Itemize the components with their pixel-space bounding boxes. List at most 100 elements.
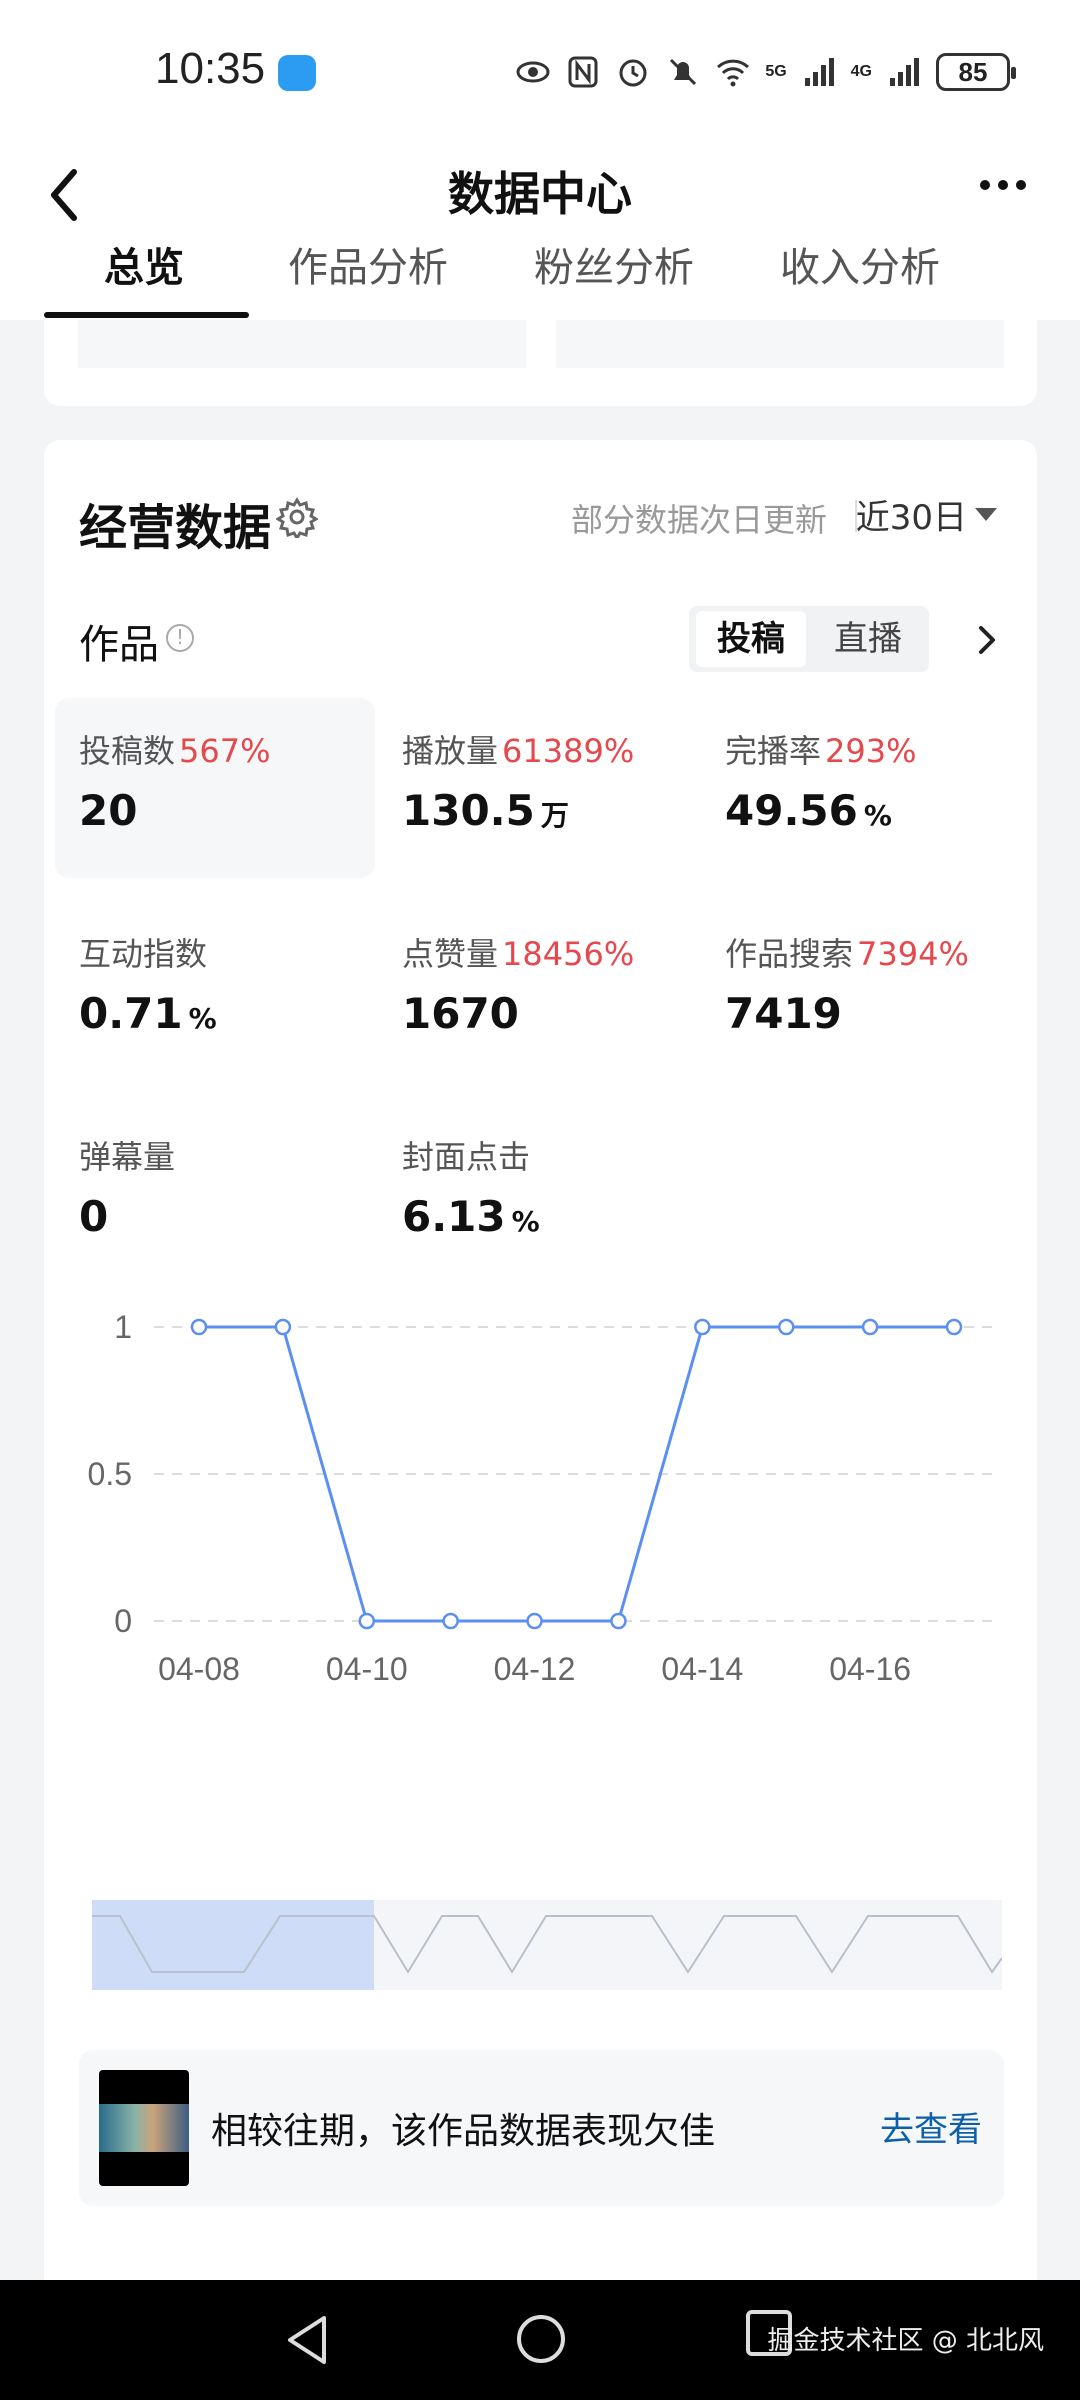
metric-change: 61389%	[502, 732, 635, 770]
segment-live[interactable]: 直播	[814, 611, 922, 667]
metric-label-text: 互动指数	[79, 935, 208, 973]
data-point[interactable]	[274, 1318, 292, 1336]
content-type-segment: 投稿 直播	[689, 606, 929, 672]
tab-income-analysis[interactable]: 收入分析	[736, 228, 984, 320]
watermark-text: 掘金技术社区 @ 北北风	[767, 2326, 1044, 2356]
metric-unit: %	[188, 1002, 217, 1035]
metric-label-text: 封面点击	[402, 1138, 531, 1176]
previous-card-block	[556, 320, 1004, 368]
metric-value-text: 1670	[402, 989, 519, 1038]
brush-selection[interactable]	[92, 1900, 374, 1990]
info-icon[interactable]: !	[166, 624, 194, 652]
metric-label: 投稿数 567%	[79, 726, 271, 772]
data-point[interactable]	[945, 1318, 963, 1336]
metric-label: 互动指数	[79, 929, 211, 975]
metric-value: 20	[79, 786, 143, 835]
metric-works-search[interactable]: 作品搜索 7394% 7419	[701, 901, 1021, 1081]
data-point[interactable]	[694, 1318, 711, 1336]
metric-danmaku[interactable]: 弹幕量 0	[55, 1104, 375, 1284]
metric-unit: %	[863, 799, 892, 832]
nav-home-icon[interactable]	[514, 2312, 568, 2366]
x-tick-label: 04-14	[661, 1651, 743, 1687]
view-link[interactable]: 去查看	[880, 2102, 982, 2151]
metric-value-text: 7419	[725, 989, 842, 1038]
metric-value: 130.5 万	[402, 786, 569, 835]
status-icons: 5G 4G 85	[515, 50, 1016, 94]
metric-plays[interactable]: 播放量 61389% 130.5 万	[378, 698, 698, 878]
metric-interaction-index[interactable]: 互动指数 0.71%	[55, 901, 375, 1081]
x-tick-label: 04-16	[829, 1651, 911, 1687]
signal-4g-label: 4G	[850, 63, 872, 80]
metric-label: 完播率 293%	[725, 726, 917, 772]
metric-submissions[interactable]: 投稿数 567% 20	[55, 698, 375, 878]
metric-value-text: 49.56	[725, 786, 858, 835]
mute-icon	[670, 58, 697, 86]
metric-change: 293%	[825, 732, 917, 770]
data-point[interactable]	[442, 1612, 459, 1630]
section-title: 经营数据	[79, 500, 272, 556]
metric-completion-rate[interactable]: 完播率 293% 49.56%	[701, 698, 1021, 878]
metric-label: 点赞量 18456%	[402, 929, 634, 975]
metric-unit: %	[511, 1205, 540, 1238]
trend-line-chart: 0 0.5 1 04-08 04-10 04-12 04-14 04-16	[88, 1309, 994, 1687]
wifi-icon	[717, 59, 750, 87]
battery-indicator: 85	[936, 53, 1016, 91]
data-point[interactable]	[777, 1318, 795, 1336]
previous-card-remnant	[44, 320, 1037, 406]
brush-track	[374, 1900, 1002, 1990]
metric-label-text: 播放量	[402, 732, 499, 770]
metric-value: 0.71%	[79, 989, 217, 1038]
data-point[interactable]	[861, 1318, 879, 1336]
chart-range-brush[interactable]	[92, 1900, 1002, 1990]
status-bar: 10:35 5G 4G 85	[0, 0, 1080, 140]
gear-icon[interactable]	[276, 496, 318, 538]
metric-cover-clicks[interactable]: 封面点击 6.13%	[378, 1104, 698, 1284]
metric-change: 567%	[179, 732, 271, 770]
eye-icon	[516, 61, 550, 83]
date-range-select[interactable]: 近30日	[856, 490, 997, 539]
tip-text: 相较往期，该作品数据表现欠佳	[211, 2111, 716, 2152]
system-nav-bar: 掘金技术社区 @ 北北风	[0, 2280, 1080, 2400]
nav-back-icon[interactable]	[282, 2312, 332, 2368]
metric-value: 1670	[402, 989, 525, 1038]
works-title: 作品	[79, 622, 159, 668]
metric-unit: 万	[540, 799, 569, 832]
metric-value-text: 20	[79, 786, 138, 835]
data-point[interactable]	[358, 1612, 376, 1630]
metric-value-text: 0	[79, 1192, 109, 1241]
tab-fans-analysis[interactable]: 粉丝分析	[492, 228, 736, 320]
metric-label-text: 作品搜索	[725, 935, 854, 973]
nfc-icon	[568, 56, 598, 88]
metric-value: 0	[79, 1192, 114, 1241]
caret-down-icon	[975, 508, 997, 521]
date-range-label: 近30日	[855, 498, 967, 538]
business-data-card: 经营数据 部分数据次日更新 近30日 作品 ! 投稿 直播 投稿数 567% 20…	[44, 440, 1037, 2400]
data-point[interactable]	[526, 1612, 543, 1630]
tab-overview[interactable]: 总览	[44, 228, 244, 320]
metric-label-text: 弹幕量	[79, 1138, 176, 1176]
metric-label: 播放量 61389%	[402, 726, 634, 772]
status-time: 10:35	[155, 44, 266, 93]
data-point[interactable]	[610, 1612, 627, 1630]
segment-submissions[interactable]: 投稿	[696, 611, 806, 667]
y-tick-label: 1	[114, 1309, 132, 1345]
more-options-icon[interactable]	[980, 170, 1040, 200]
x-tick-label: 04-10	[326, 1651, 408, 1687]
metric-change: 18456%	[502, 935, 635, 973]
message-notification-icon	[278, 55, 316, 91]
data-point[interactable]	[190, 1318, 208, 1336]
tab-works-analysis[interactable]: 作品分析	[244, 228, 492, 320]
metric-label: 作品搜索 7394%	[725, 929, 969, 975]
y-tick-label: 0.5	[88, 1456, 132, 1492]
signal-bars-icon	[890, 58, 919, 86]
metric-label: 弹幕量	[79, 1132, 179, 1178]
metric-likes[interactable]: 点赞量 18456% 1670	[378, 901, 698, 1081]
metric-label-text: 投稿数	[79, 732, 176, 770]
chevron-right-icon[interactable]	[972, 620, 1002, 660]
metric-value: 49.56%	[725, 786, 892, 835]
y-tick-label: 0	[114, 1603, 132, 1639]
metric-label: 封面点击	[402, 1132, 534, 1178]
metric-change: 7394%	[857, 935, 969, 973]
metric-label-text: 完播率	[725, 732, 822, 770]
metric-value-text: 6.13	[402, 1192, 506, 1241]
